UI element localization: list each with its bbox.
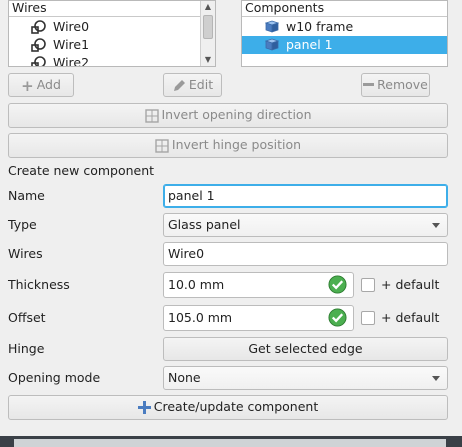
remove-button[interactable]: Remove — [361, 73, 430, 97]
components-list[interactable]: Components w10 frame panel 1 — [241, 0, 448, 67]
name-field[interactable]: panel 1 — [163, 184, 448, 208]
edit-button[interactable]: Edit — [163, 73, 222, 97]
list-item[interactable]: w10 frame — [242, 18, 447, 36]
wire-label: Wire2 — [53, 55, 90, 67]
wire-icon — [31, 20, 46, 34]
wire-icon — [31, 56, 46, 66]
invert-opening-direction-button[interactable]: Invert opening direction — [8, 103, 448, 128]
component-label: w10 frame — [286, 19, 354, 34]
check-valid-icon — [328, 275, 347, 294]
edit-icon — [173, 79, 185, 91]
thickness-field[interactable]: 10.0 mm — [163, 272, 354, 298]
thickness-label: Thickness — [8, 277, 70, 292]
wires-field[interactable]: Wire0 — [163, 242, 448, 266]
wire-label: Wire1 — [53, 37, 90, 52]
wire-label: Wire0 — [53, 19, 90, 34]
bottom-tab[interactable] — [14, 439, 446, 447]
chevron-down-icon — [432, 376, 440, 381]
scrollbar-thumb[interactable] — [203, 15, 213, 39]
window-icon — [155, 138, 169, 153]
scroll-down-arrow-icon[interactable]: ▼ — [201, 54, 215, 66]
hinge-label: Hinge — [8, 341, 45, 356]
wires-label: Wires — [8, 246, 43, 261]
list-item[interactable]: Wire0 — [31, 18, 89, 36]
scroll-up-arrow-icon[interactable]: ▲ — [201, 1, 215, 13]
opening-mode-label: Opening mode — [8, 370, 101, 385]
wires-list[interactable]: Wires Wire0 Wire1 Wire2 ▲ ▼ — [8, 0, 216, 67]
list-item-selected[interactable]: panel 1 — [242, 36, 447, 54]
add-button[interactable]: + Add — [8, 73, 74, 97]
thickness-default-checkbox[interactable] — [361, 278, 375, 292]
check-valid-icon — [328, 308, 347, 327]
section-title: Create new component — [8, 163, 155, 178]
list-item[interactable]: Wire1 — [31, 36, 89, 54]
create-update-component-button[interactable]: Create/update component — [8, 395, 448, 420]
cube-icon — [265, 38, 279, 51]
offset-label: Offset — [8, 310, 46, 325]
components-list-header: Components — [242, 1, 447, 17]
cube-icon — [265, 20, 279, 33]
window-icon — [144, 108, 159, 123]
type-select[interactable]: Glass panel — [163, 213, 448, 237]
name-label: Name — [8, 188, 45, 203]
wire-icon — [31, 38, 46, 52]
component-label: panel 1 — [286, 37, 333, 52]
list-item[interactable]: Wire2 — [31, 54, 90, 67]
chevron-down-icon — [432, 223, 440, 228]
wires-list-header: Wires — [9, 1, 215, 17]
bottom-bar — [0, 436, 462, 447]
type-label: Type — [8, 217, 37, 232]
plus-icon — [137, 401, 151, 414]
offset-default-label: + default — [381, 310, 440, 325]
plus-icon: + — [21, 76, 34, 95]
opening-mode-select[interactable]: None — [163, 366, 448, 390]
offset-field[interactable]: 105.0 mm — [163, 305, 354, 331]
wires-scrollbar[interactable]: ▲ ▼ — [200, 1, 215, 66]
thickness-default-label: + default — [381, 277, 440, 292]
minus-icon — [363, 83, 375, 86]
get-selected-edge-button[interactable]: Get selected edge — [163, 337, 448, 361]
offset-default-checkbox[interactable] — [361, 311, 375, 325]
invert-hinge-position-button[interactable]: Invert hinge position — [8, 133, 448, 158]
